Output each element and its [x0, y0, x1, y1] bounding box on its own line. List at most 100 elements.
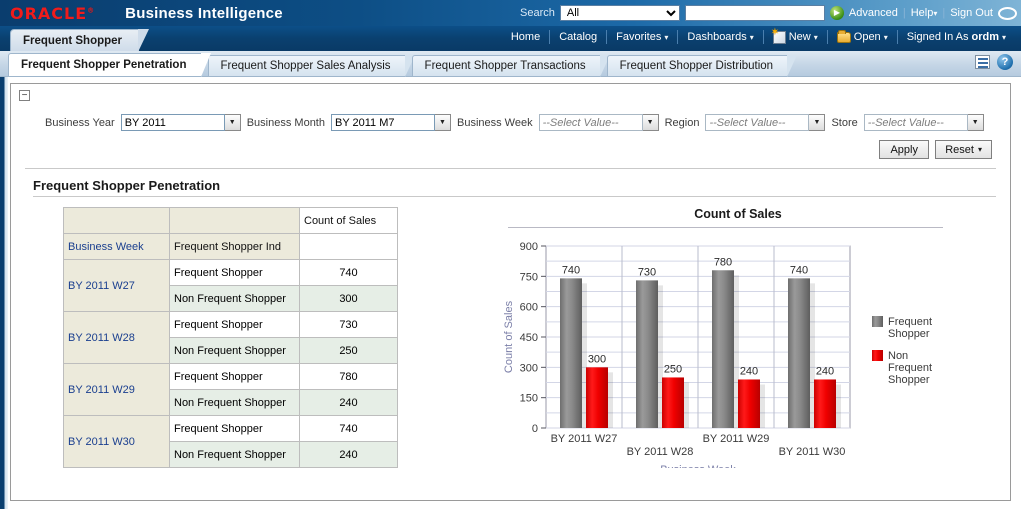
table-row: BY 2011 W28 Frequent Shopper 730 [64, 312, 398, 338]
reset-button[interactable]: Reset▾ [935, 140, 992, 159]
cell-business-week[interactable]: BY 2011 W27 [64, 260, 170, 312]
chevron-down-icon[interactable]: ▼ [968, 114, 984, 131]
measure-header: Count of Sales [300, 208, 398, 234]
prompt-region[interactable]: --Select Value-- ▼ [705, 114, 825, 131]
cell-shopper-ind: Non Frequent Shopper [170, 442, 300, 468]
cell-shopper-ind: Frequent Shopper [170, 260, 300, 286]
page-options-icon[interactable] [975, 55, 990, 69]
bar-chart[interactable]: 0150300450600750900Count of Sales740300B… [498, 228, 968, 468]
svg-text:250: 250 [664, 363, 682, 375]
chart-container: Count of Sales 0150300450600750900Count … [498, 207, 968, 468]
dashboard-nav-strip: Frequent Shopper Home Catalog Favorites▾… [0, 26, 1021, 51]
corner-cell-1 [64, 208, 170, 234]
help-link-label: Help [911, 7, 934, 19]
tab-label: Frequent Shopper Sales Analysis [221, 60, 391, 72]
svg-text:740: 740 [790, 264, 808, 276]
cell-business-week[interactable]: BY 2011 W28 [64, 312, 170, 364]
chevron-down-icon[interactable]: ▼ [435, 114, 451, 131]
svg-text:750: 750 [520, 271, 538, 283]
cell-count-of-sales: 250 [300, 338, 398, 364]
tab-label: Frequent Shopper Penetration [21, 59, 187, 71]
measure-subheader [300, 234, 398, 260]
search-go-icon[interactable]: ▶ [830, 6, 844, 20]
nav-link-open[interactable]: Open▾ [828, 29, 897, 45]
dashboard-name-label: Frequent Shopper [23, 35, 122, 47]
table-row: BY 2011 W30 Frequent Shopper 740 [64, 416, 398, 442]
prompt-business-year-value[interactable]: BY 2011 [121, 114, 225, 131]
prompt-button-row: Apply Reset▾ [11, 131, 1010, 159]
dashboard-name-tab[interactable]: Frequent Shopper [10, 29, 139, 51]
cell-shopper-ind: Non Frequent Shopper [170, 286, 300, 312]
prompt-store-value[interactable]: --Select Value-- [864, 114, 968, 131]
prompt-collapse-toggle[interactable]: − [19, 90, 30, 101]
header-divider-2: | [942, 7, 945, 19]
cell-business-week[interactable]: BY 2011 W30 [64, 416, 170, 468]
nav-link-favorites-label: Favorites [616, 31, 661, 43]
signed-in-user-name: ordm [971, 31, 999, 43]
prompt-business-week-value[interactable]: --Select Value-- [539, 114, 643, 131]
tab-label: Frequent Shopper Distribution [620, 60, 773, 72]
tab-frequent-shopper-transactions[interactable]: Frequent Shopper Transactions [412, 55, 601, 76]
tab-frequent-shopper-penetration[interactable]: Frequent Shopper Penetration [8, 53, 202, 76]
advanced-link[interactable]: Advanced [849, 7, 898, 19]
cell-shopper-ind: Frequent Shopper [170, 416, 300, 442]
prompt-label-region: Region [665, 117, 700, 129]
search-scope-select[interactable]: All [560, 5, 680, 21]
tab-frequent-shopper-sales-analysis[interactable]: Frequent Shopper Sales Analysis [208, 55, 406, 76]
nav-link-favorites[interactable]: Favorites▾ [607, 29, 677, 45]
page-tab-bar: Frequent Shopper Penetration Frequent Sh… [0, 51, 1021, 77]
nav-link-catalog[interactable]: Catalog [550, 29, 606, 45]
svg-text:Shopper: Shopper [888, 374, 930, 386]
chevron-down-icon[interactable]: ▼ [809, 114, 825, 131]
cell-business-week[interactable]: BY 2011 W29 [64, 364, 170, 416]
nav-link-dashboards[interactable]: Dashboards▾ [678, 29, 762, 45]
nav-link-home[interactable]: Home [502, 29, 549, 45]
tab-frequent-shopper-distribution[interactable]: Frequent Shopper Distribution [607, 55, 788, 76]
svg-text:740: 740 [562, 264, 580, 276]
table-row: BY 2011 W29 Frequent Shopper 780 [64, 364, 398, 390]
sign-out-link[interactable]: Sign Out [950, 7, 993, 19]
column-header-business-week[interactable]: Business Week [64, 234, 170, 260]
cell-count-of-sales: 730 [300, 312, 398, 338]
prompt-label-business-month: Business Month [247, 117, 325, 129]
svg-text:450: 450 [520, 332, 538, 344]
nav-link-new-label: New [789, 31, 811, 43]
prompt-business-year[interactable]: BY 2011 ▼ [121, 114, 241, 131]
help-link[interactable]: Help▾ [911, 7, 938, 19]
cell-count-of-sales: 740 [300, 416, 398, 442]
left-rail [0, 77, 8, 509]
cell-shopper-ind: Non Frequent Shopper [170, 390, 300, 416]
signed-in-as-label: Signed In As [907, 31, 969, 43]
signed-in-as-menu[interactable]: Signed In Asordm▾ [898, 29, 1015, 45]
help-icon[interactable]: ? [997, 54, 1013, 70]
prompt-business-week[interactable]: --Select Value-- ▼ [539, 114, 659, 131]
cell-count-of-sales: 740 [300, 260, 398, 286]
search-input[interactable] [685, 5, 825, 21]
prompt-divider [25, 168, 996, 169]
prompt-label-store: Store [831, 117, 857, 129]
pivot-table: Count of Sales Business Week Frequent Sh… [63, 207, 398, 468]
prompt-region-value[interactable]: --Select Value-- [705, 114, 809, 131]
column-header-frequent-shopper-ind[interactable]: Frequent Shopper Ind [170, 234, 300, 260]
chart-title: Count of Sales [498, 207, 968, 221]
oracle-logo-text: ORACLE [10, 4, 87, 23]
chevron-down-icon: ▾ [933, 9, 937, 18]
cell-shopper-ind: Frequent Shopper [170, 312, 300, 338]
prompt-business-month[interactable]: BY 2011 M7 ▼ [331, 114, 451, 131]
user-bubble-icon[interactable] [998, 7, 1017, 20]
svg-text:300: 300 [588, 353, 606, 365]
apply-button[interactable]: Apply [879, 140, 929, 159]
nav-link-home-label: Home [511, 31, 540, 43]
header-divider: | [903, 7, 906, 19]
oracle-logo-registered: ® [87, 6, 95, 14]
svg-text:BY 2011 W28: BY 2011 W28 [627, 446, 694, 458]
prompt-store[interactable]: --Select Value-- ▼ [864, 114, 984, 131]
prompt-business-month-value[interactable]: BY 2011 M7 [331, 114, 435, 131]
prompt-filter-row: Business Year BY 2011 ▼ Business Month B… [11, 101, 1010, 131]
chevron-down-icon[interactable]: ▼ [225, 114, 241, 131]
chevron-down-icon[interactable]: ▼ [643, 114, 659, 131]
svg-text:240: 240 [740, 365, 758, 377]
nav-link-new[interactable]: New▾ [764, 29, 827, 45]
table-header-row-1: Count of Sales [64, 208, 398, 234]
table-row: BY 2011 W27 Frequent Shopper 740 [64, 260, 398, 286]
